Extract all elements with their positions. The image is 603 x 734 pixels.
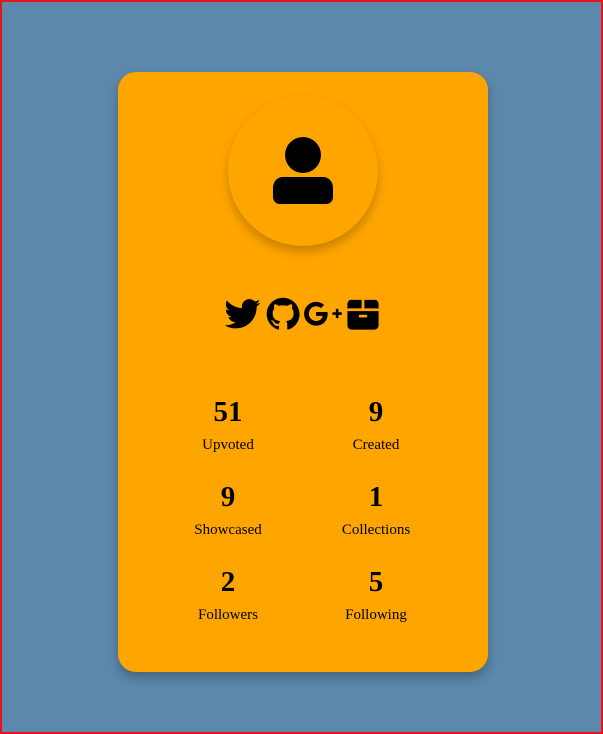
stat-label: Following: [345, 607, 407, 623]
stat-label: Showcased: [194, 522, 262, 538]
stat-value: 9: [220, 481, 236, 513]
stats-grid: 51 Upvoted 9 Created 9 Showcased 1 Colle…: [154, 394, 450, 649]
stat-showcased: 9 Showcased: [154, 479, 302, 564]
user-icon: [273, 137, 333, 204]
box-icon[interactable]: [344, 296, 382, 332]
profile-card: 51 Upvoted 9 Created 9 Showcased 1 Colle…: [118, 72, 488, 672]
stat-value: 1: [368, 481, 384, 513]
stat-followers: 2 Followers: [154, 564, 302, 649]
stat-label: Followers: [198, 607, 258, 623]
stat-created: 9 Created: [302, 394, 450, 479]
stat-collections: 1 Collections: [302, 479, 450, 564]
stat-upvoted: 51 Upvoted: [154, 394, 302, 479]
stat-label: Created: [352, 437, 400, 453]
avatar: [228, 96, 378, 246]
twitter-icon[interactable]: [224, 296, 262, 332]
stat-label: Collections: [341, 522, 411, 538]
google-plus-icon[interactable]: [304, 296, 342, 332]
stat-following: 5 Following: [302, 564, 450, 649]
stat-value: 9: [368, 396, 384, 428]
stat-value: 2: [220, 566, 236, 598]
stat-value: 51: [213, 396, 243, 428]
stat-value: 5: [368, 566, 384, 598]
social-links: [118, 296, 488, 332]
github-icon[interactable]: [264, 296, 302, 332]
stat-label: Upvoted: [202, 437, 254, 453]
